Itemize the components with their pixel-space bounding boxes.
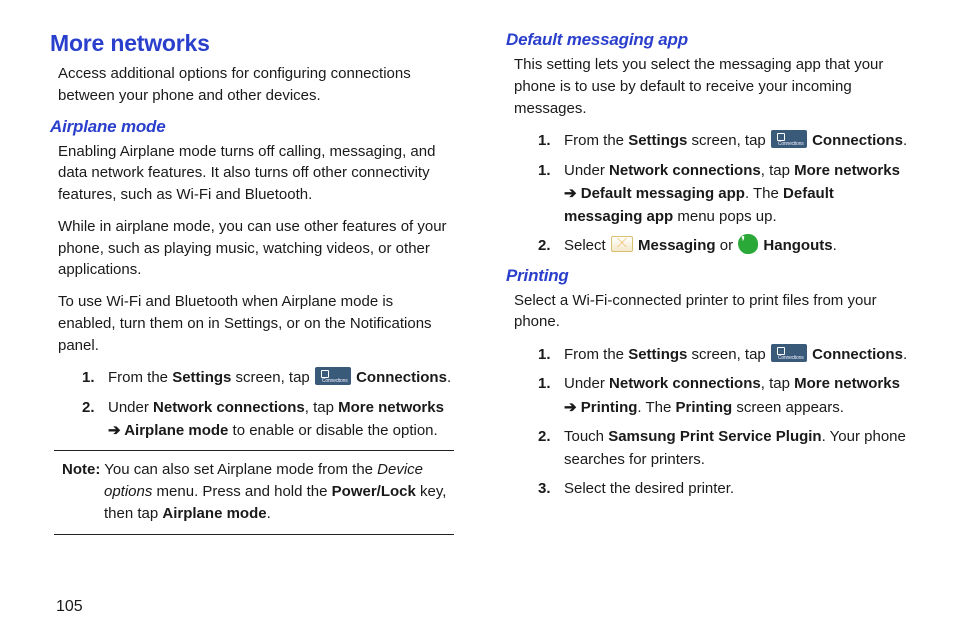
step-number: 1. <box>538 343 551 366</box>
text: menu pops up. <box>673 208 776 225</box>
hangouts-icon <box>738 234 758 254</box>
messaging-steps: 1. From the Settings screen, tap Connect… <box>538 129 914 257</box>
text: . <box>903 132 907 149</box>
text: . <box>267 505 271 522</box>
messaging-step-1: 1. From the Settings screen, tap Connect… <box>538 129 914 152</box>
messaging-step-2: 2. Select Messaging or Hangouts. <box>538 234 914 257</box>
connections-label: Connections <box>812 132 903 149</box>
airplane-steps: 1. From the Settings screen, tap Connect… <box>82 366 458 442</box>
more-networks-label: More networks <box>794 375 900 392</box>
connections-label: Connections <box>812 346 903 363</box>
note-divider-bottom <box>54 534 454 535</box>
text: From the <box>564 346 628 363</box>
airplane-p2: While in airplane mode, you can use othe… <box>58 216 450 281</box>
airplane-mode-label: Airplane mode <box>124 422 228 439</box>
connections-label: Connections <box>356 369 447 386</box>
text: Under <box>108 399 153 416</box>
more-networks-intro: Access additional options for configurin… <box>58 63 450 107</box>
airplane-p3: To use Wi-Fi and Bluetooth when Airplane… <box>58 291 450 356</box>
arrow-icon: ➔ <box>108 422 124 439</box>
airplane-p1: Enabling Airplane mode turns off calling… <box>58 141 450 206</box>
more-networks-label: More networks <box>338 399 444 416</box>
printing-label: Printing <box>581 399 638 416</box>
step-number: 2. <box>82 396 95 419</box>
more-networks-label: More networks <box>794 162 900 179</box>
power-lock-label: Power/Lock <box>332 483 416 500</box>
printing-step-2: 2. Touch Samsung Print Service Plugin. Y… <box>538 425 914 472</box>
printing-step-1b: 1. Under Network connections, tap More n… <box>538 372 914 419</box>
note-text: Note: You can also set Airplane mode fro… <box>58 459 450 524</box>
note-block: Note: You can also set Airplane mode fro… <box>54 459 454 524</box>
text: . The <box>637 399 675 416</box>
step-number: 1. <box>538 129 551 152</box>
text: , tap <box>761 375 794 392</box>
step-number: 2. <box>538 425 551 448</box>
text: . The <box>745 185 783 202</box>
text: Select <box>564 237 610 254</box>
step-number: 1. <box>538 372 551 395</box>
page-number: 105 <box>56 598 83 616</box>
airplane-step-1: 1. From the Settings screen, tap Connect… <box>82 366 458 389</box>
text: to enable or disable the option. <box>228 422 437 439</box>
text: or <box>716 237 738 254</box>
text: screen appears. <box>732 399 844 416</box>
subheading-airplane-mode: Airplane mode <box>50 117 458 137</box>
settings-label: Settings <box>628 346 687 363</box>
network-connections-label: Network connections <box>609 162 761 179</box>
connections-icon <box>771 344 807 362</box>
text: . <box>833 237 837 254</box>
text: menu. Press and hold the <box>152 483 331 500</box>
text: From the <box>108 369 172 386</box>
printing-steps: 1. From the Settings screen, tap Connect… <box>538 343 914 501</box>
text: , tap <box>305 399 338 416</box>
text: . <box>447 369 451 386</box>
text: screen, tap <box>687 132 770 149</box>
messaging-intro: This setting lets you select the messagi… <box>514 54 906 119</box>
right-column: Default messaging app This setting lets … <box>506 30 914 543</box>
step-number: 2. <box>538 234 551 257</box>
network-connections-label: Network connections <box>153 399 305 416</box>
text: Under <box>564 162 609 179</box>
step-number: 1. <box>82 366 95 389</box>
settings-label: Settings <box>628 132 687 149</box>
left-column: More networks Access additional options … <box>50 30 458 543</box>
samsung-plugin-label: Samsung Print Service Plugin <box>608 428 821 445</box>
text: Touch <box>564 428 608 445</box>
note-divider-top <box>54 450 454 451</box>
text: You can also set Airplane mode from the <box>100 461 377 478</box>
text: . <box>903 346 907 363</box>
messaging-label: Messaging <box>638 237 716 254</box>
messaging-step-1b: 1. Under Network connections, tap More n… <box>538 159 914 229</box>
text: Select the desired printer. <box>564 480 734 497</box>
page-content: More networks Access additional options … <box>50 30 914 543</box>
step-number: 1. <box>538 159 551 182</box>
text: From the <box>564 132 628 149</box>
step-number: 3. <box>538 477 551 500</box>
messaging-icon <box>611 236 633 252</box>
text: screen, tap <box>687 346 770 363</box>
settings-label: Settings <box>172 369 231 386</box>
connections-icon <box>315 367 351 385</box>
printing-label: Printing <box>676 399 733 416</box>
airplane-step-2: 2. Under Network connections, tap More n… <box>82 396 458 443</box>
arrow-icon: ➔ <box>564 399 581 416</box>
printing-step-1: 1. From the Settings screen, tap Connect… <box>538 343 914 366</box>
network-connections-label: Network connections <box>609 375 761 392</box>
subheading-printing: Printing <box>506 266 914 286</box>
airplane-mode-label: Airplane mode <box>162 505 266 522</box>
connections-icon <box>771 130 807 148</box>
printing-step-3: 3. Select the desired printer. <box>538 477 914 500</box>
text: screen, tap <box>231 369 314 386</box>
hangouts-label: Hangouts <box>763 237 832 254</box>
text: , tap <box>761 162 794 179</box>
section-heading-more-networks: More networks <box>50 30 458 57</box>
subheading-default-messaging: Default messaging app <box>506 30 914 50</box>
arrow-icon: ➔ <box>564 185 581 202</box>
note-label: Note: <box>62 461 100 478</box>
text: Under <box>564 375 609 392</box>
default-messaging-label: Default messaging app <box>581 185 745 202</box>
printing-intro: Select a Wi-Fi-connected printer to prin… <box>514 290 906 334</box>
